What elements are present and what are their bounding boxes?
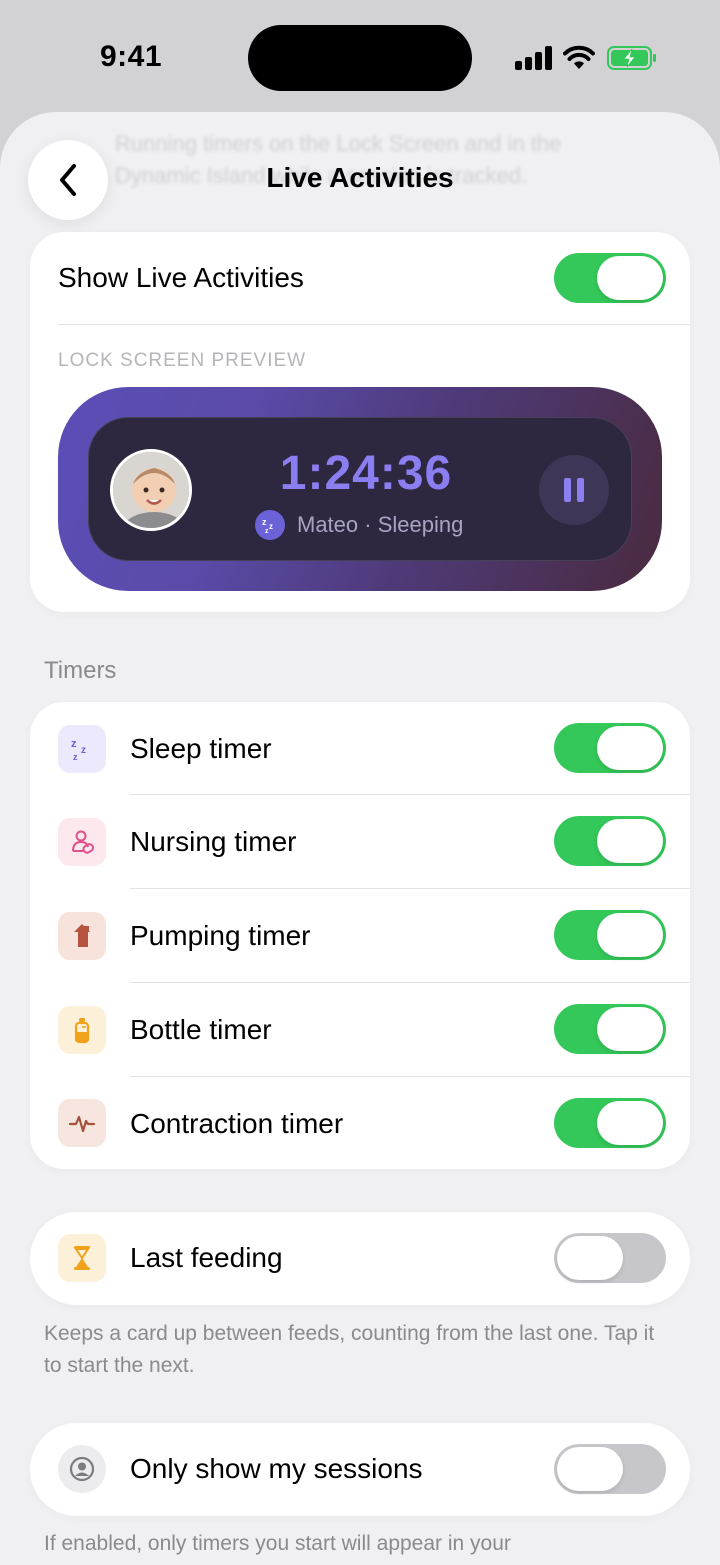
svg-text:z: z [262,517,267,527]
live-timer-subtitle-row: zzz Mateo · Sleeping [255,510,463,540]
status-bar: 9:41 [0,0,720,110]
only-my-sessions-label: Only show my sessions [130,1453,423,1484]
timer-row-contraction: Contraction timer [30,1077,690,1170]
show-live-activities-toggle[interactable] [554,253,666,303]
timer-label: Nursing timer [130,826,297,857]
only-my-sessions-card: Only show my sessions [30,1423,690,1516]
only-my-sessions-footnote: If enabled, only timers you start will a… [44,1532,511,1555]
svg-text:z: z [265,528,269,534]
lock-screen-preview: 1:24:36 zzz Mateo · Sleeping [58,387,662,591]
nursing-icon [58,818,106,866]
person-circle-icon [58,1445,106,1493]
cellular-signal-icon [515,46,553,70]
show-live-activities-row: Show Live Activities [30,232,690,325]
sleep-zz-icon: zzz [58,725,106,773]
svg-text:z: z [81,745,86,756]
last-feeding-toggle[interactable] [554,1233,666,1283]
sleep-zz-icon: zzz [255,510,285,540]
pumping-timer-toggle[interactable] [554,910,666,960]
page-title: Live Activities [266,162,454,193]
contraction-timer-toggle[interactable] [554,1098,666,1148]
timer-label: Sleep timer [130,733,272,764]
timer-row-nursing: Nursing timer [30,795,690,888]
timer-row-pumping: Pumping timer [30,889,690,982]
last-feeding-footnote: Keeps a card up between feeds, counting … [44,1322,655,1377]
battery-charging-icon [607,46,656,70]
divider [58,324,690,325]
status-time: 9:41 [100,40,163,73]
timer-label: Pumping timer [130,920,311,951]
pulse-icon [58,1099,106,1147]
live-activity-widget: 1:24:36 zzz Mateo · Sleeping [88,417,632,561]
pause-button[interactable] [539,455,609,525]
sleep-timer-toggle[interactable] [554,723,666,773]
timer-label: Bottle timer [130,1014,272,1045]
pause-icon [564,478,571,502]
bottle-timer-toggle[interactable] [554,1004,666,1054]
timer-row-sleep: zzz Sleep timer [30,702,690,795]
timers-card: zzz Sleep timer Nursing timer Pumping ti… [30,702,690,1169]
dynamic-island [248,25,472,91]
lock-screen-preview-label: LOCK SCREEN PREVIEW [58,350,307,371]
wifi-icon [563,45,595,69]
svg-text:z: z [269,522,273,531]
timer-row-bottle: Bottle timer [30,983,690,1076]
nursing-timer-toggle[interactable] [554,816,666,866]
show-live-activities-label: Show Live Activities [58,262,304,293]
bottle-icon [58,1006,106,1054]
only-my-sessions-toggle[interactable] [554,1444,666,1494]
pump-icon [58,912,106,960]
live-timer-subtitle: Mateo · Sleeping [297,512,464,537]
svg-text:z: z [73,752,78,762]
live-activities-card: Show Live Activities LOCK SCREEN PREVIEW… [30,232,690,612]
svg-text:z: z [71,738,77,750]
timer-label: Contraction timer [130,1108,344,1139]
last-feeding-card: Last feeding [30,1212,690,1305]
hourglass-icon [58,1234,106,1282]
timers-section-label: Timers [44,657,117,684]
last-feeding-label: Last feeding [130,1242,283,1273]
